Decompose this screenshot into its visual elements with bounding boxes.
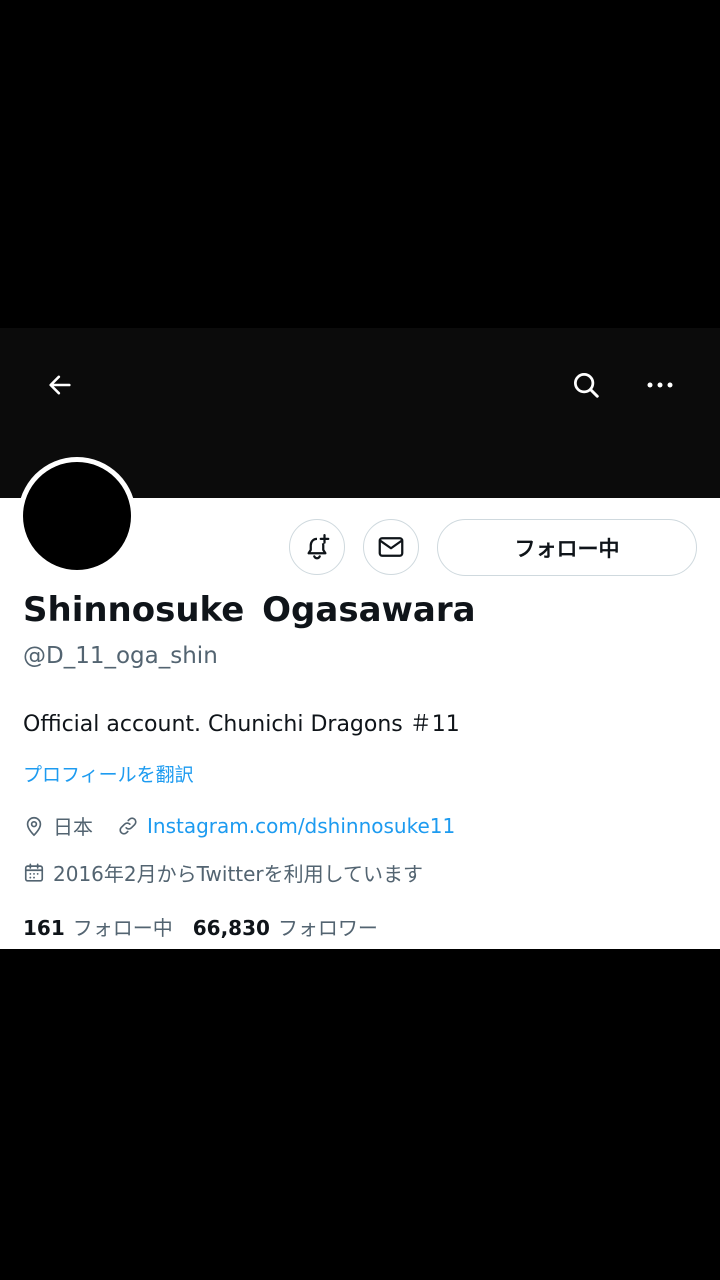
follow-stats: 161 フォロー中 66,830 フォロワー xyxy=(23,912,398,941)
join-date-row: 2016年2月からTwitterを利用しています xyxy=(23,858,423,887)
avatar-image xyxy=(23,462,131,570)
arrow-left-icon xyxy=(49,375,71,395)
following-stat[interactable]: 161 フォロー中 xyxy=(23,912,173,941)
calendar-icon xyxy=(24,862,44,882)
username: @D_11_oga_shin xyxy=(23,643,218,669)
followers-label: フォロワー xyxy=(277,916,378,940)
notifications-button[interactable] xyxy=(289,519,345,575)
following-button[interactable]: フォロー中 xyxy=(437,519,697,576)
profile-meta-row: 日本 Instagram.com/dshinnosuke11 xyxy=(23,811,455,840)
location-text: 日本 xyxy=(53,815,93,839)
following-label: フォロー中 xyxy=(72,916,173,940)
location-pin-icon xyxy=(26,816,42,836)
mail-icon xyxy=(378,537,404,557)
followers-stat[interactable]: 66,830 フォロワー xyxy=(193,912,378,941)
link-icon xyxy=(119,816,137,835)
translate-profile-link[interactable]: プロフィールを翻訳 xyxy=(23,760,194,787)
more-button[interactable] xyxy=(638,363,682,407)
more-horizontal-icon xyxy=(647,382,673,388)
join-date-text: 2016年2月からTwitterを利用しています xyxy=(53,862,424,886)
website-link[interactable]: Instagram.com/dshinnosuke11 xyxy=(147,814,455,838)
avatar[interactable] xyxy=(18,457,136,575)
followers-count: 66,830 xyxy=(192,916,270,940)
following-count: 161 xyxy=(23,916,65,940)
message-button[interactable] xyxy=(363,519,419,575)
bell-plus-icon xyxy=(307,534,330,560)
back-button[interactable] xyxy=(38,363,82,407)
search-icon xyxy=(574,373,599,398)
search-button[interactable] xyxy=(564,363,608,407)
bio: Official account. Chunichi Dragons ＃11 xyxy=(23,712,460,737)
display-name: Shinnosuke Ogasawara xyxy=(23,590,476,630)
